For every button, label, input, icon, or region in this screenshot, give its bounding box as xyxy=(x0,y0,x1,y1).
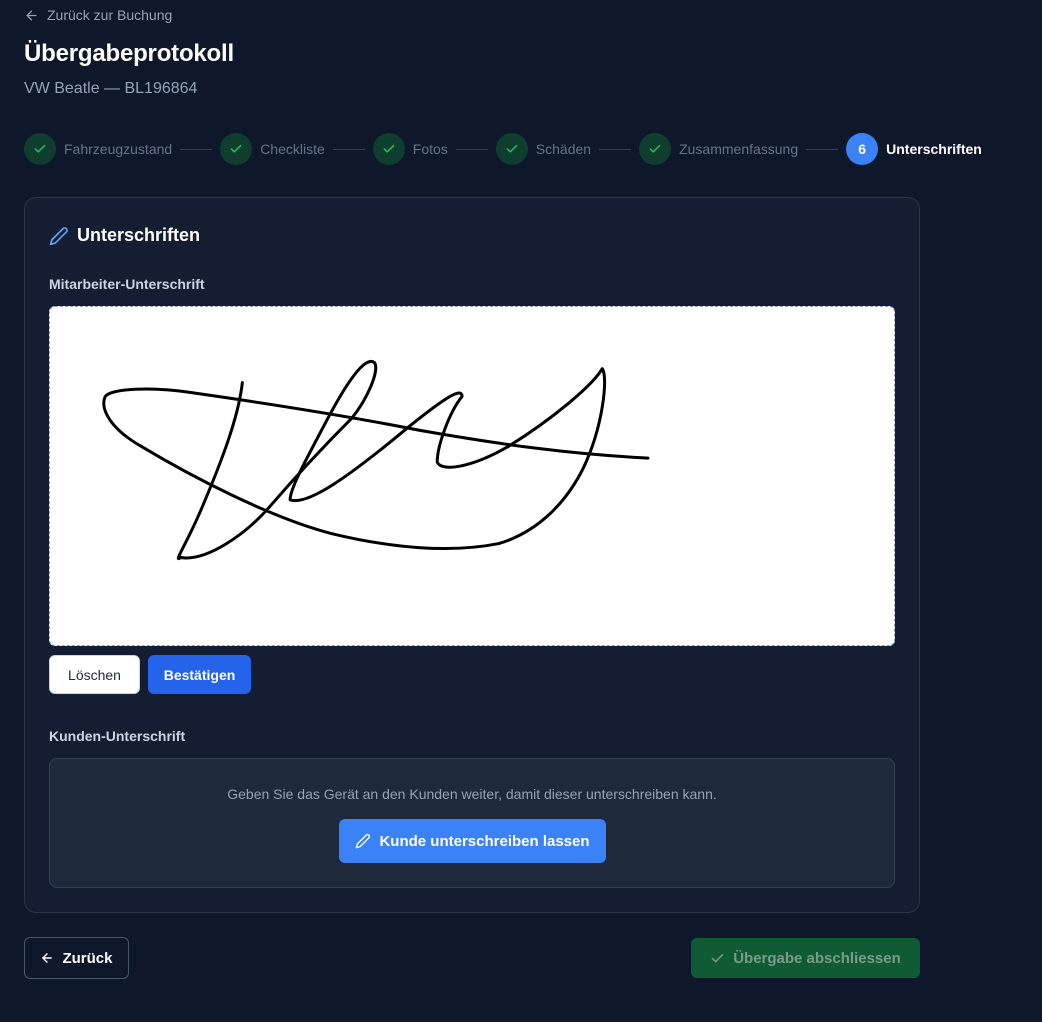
customer-signature-box: Geben Sie das Gerät an den Kunden weiter… xyxy=(49,758,895,888)
arrow-left-icon xyxy=(42,953,53,963)
check-icon xyxy=(711,953,724,962)
pencil-icon xyxy=(49,226,68,245)
check-icon xyxy=(34,144,46,153)
clear-signature-button[interactable]: Löschen xyxy=(49,655,140,694)
employee-signature-label: Mitarbeiter-Unterschrift xyxy=(49,276,205,292)
step-label: Fahrzeugzustand xyxy=(64,141,173,157)
page-title: Übergabeprotokoll xyxy=(24,40,234,67)
step-done-indicator xyxy=(372,133,405,165)
step-label: Unterschriften xyxy=(886,141,982,157)
step-done-indicator xyxy=(24,133,56,165)
arrow-left-icon xyxy=(26,10,37,20)
step-4: Schäden xyxy=(495,133,592,165)
finish-handover-button[interactable]: Übergabe abschliessen xyxy=(691,938,920,978)
back-button[interactable]: Zurück xyxy=(24,937,129,979)
step-connector xyxy=(180,148,213,150)
step-label: Fotos xyxy=(412,141,448,157)
step-number: 6 xyxy=(846,133,879,165)
step-connector xyxy=(455,148,488,150)
step-5: Zusammenfassung xyxy=(639,133,798,165)
page-subtitle: VW Beatle — BL196864 xyxy=(24,80,198,97)
step-connector xyxy=(806,148,839,150)
finish-handover-label: Übergabe abschliessen xyxy=(733,949,901,967)
customer-signature-hint: Geben Sie das Gerät an den Kunden weiter… xyxy=(227,786,717,802)
pencil-icon xyxy=(356,833,371,849)
handover-protocol-page: Zurück zur Buchung Übergabeprotokoll VW … xyxy=(0,0,1042,1022)
check-icon xyxy=(230,144,242,153)
step-done-indicator xyxy=(220,133,253,165)
step-2: Checkliste xyxy=(220,133,325,165)
let-customer-sign-button[interactable]: Kunde unterschreiben lassen xyxy=(339,819,606,863)
step-label: Zusammenfassung xyxy=(679,141,799,157)
back-button-label: Zurück xyxy=(62,949,113,967)
step-label: Checkliste xyxy=(260,141,325,157)
check-icon xyxy=(506,144,518,153)
step-3: Fotos xyxy=(372,133,448,165)
step-1: Fahrzeugzustand xyxy=(24,133,172,165)
signatures-card: Unterschriften Mitarbeiter-Unterschrift … xyxy=(24,197,920,913)
card-title-text: Unterschriften xyxy=(77,225,201,245)
let-customer-sign-label: Kunde unterschreiben lassen xyxy=(379,832,590,850)
progress-stepper: Fahrzeugzustand Checkliste Fotos Schäden Zus… xyxy=(24,133,982,165)
step-connector xyxy=(332,148,365,150)
step-6: 6 Unterschriften xyxy=(846,133,982,165)
step-done-indicator xyxy=(639,133,672,165)
employee-signature-pad[interactable] xyxy=(49,306,895,646)
signature-stroke xyxy=(102,359,650,561)
confirm-signature-button[interactable]: Bestätigen xyxy=(148,655,251,694)
step-label: Schäden xyxy=(535,141,592,157)
step-done-indicator xyxy=(495,133,528,165)
back-to-booking-link[interactable]: Zurück zur Buchung xyxy=(24,6,172,24)
check-icon xyxy=(649,144,661,153)
card-title: Unterschriften xyxy=(49,225,200,246)
step-connector xyxy=(599,148,632,150)
check-icon xyxy=(383,144,395,153)
back-link-label: Zurück zur Buchung xyxy=(47,7,173,23)
customer-signature-label: Kunden-Unterschrift xyxy=(49,728,186,744)
